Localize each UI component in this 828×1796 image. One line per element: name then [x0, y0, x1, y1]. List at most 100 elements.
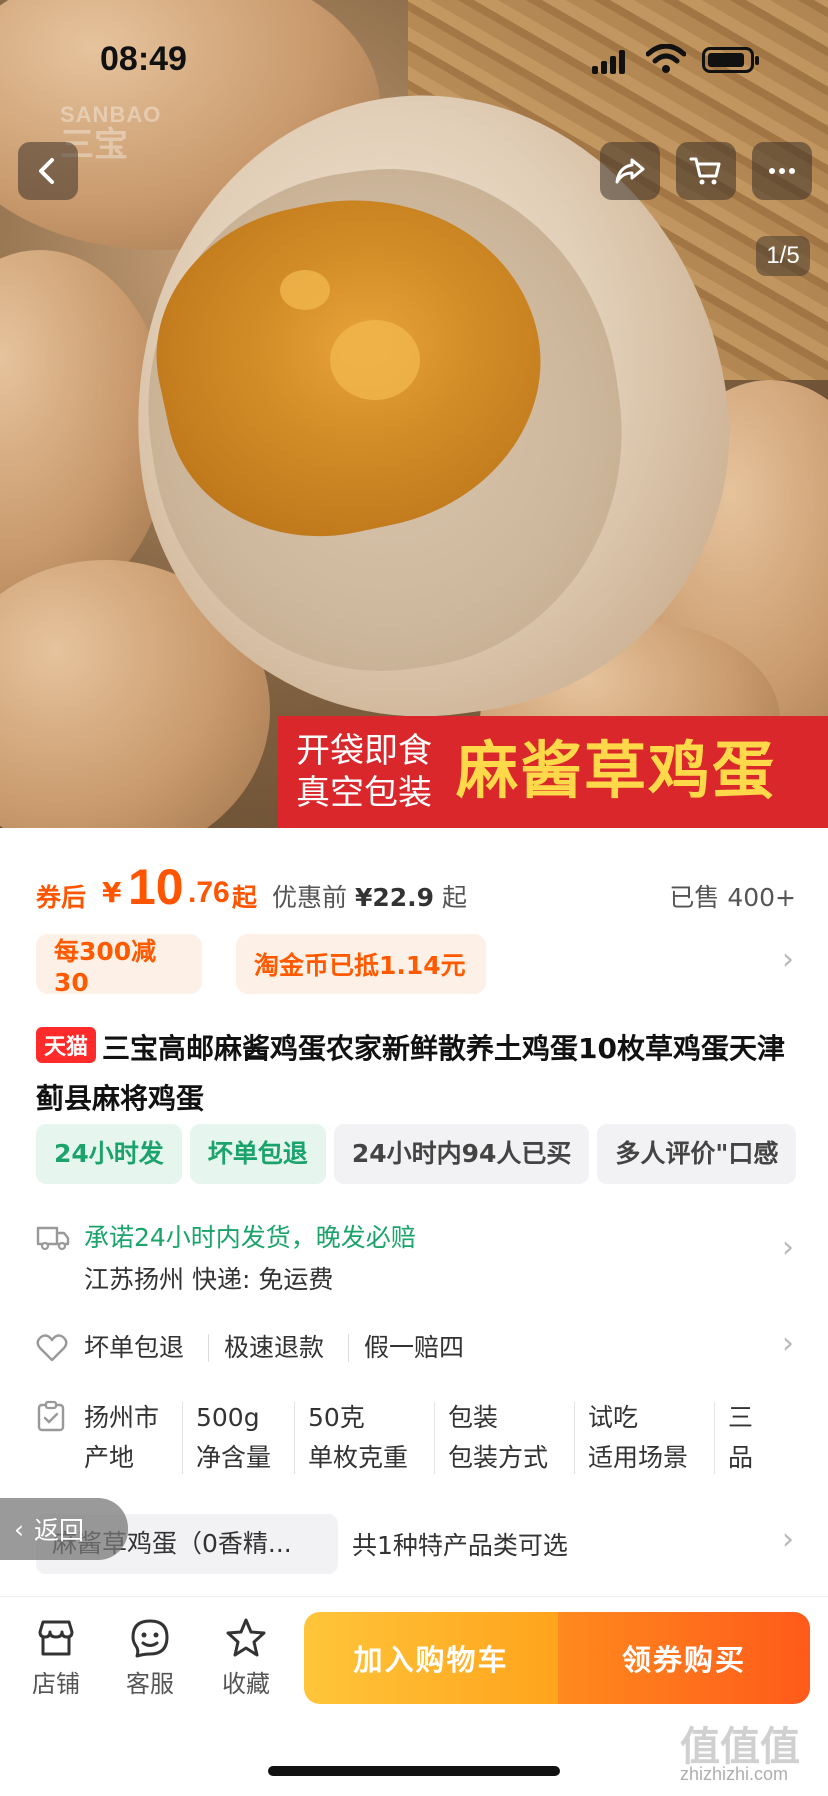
yolk-crumb — [280, 270, 330, 310]
spec-value: 三 — [728, 1403, 754, 1432]
service-tag: 24小时内94人已买 — [333, 1124, 590, 1184]
customer-service-button[interactable]: 客服 — [114, 1616, 186, 1699]
star-icon — [226, 1618, 266, 1657]
variant-row[interactable]: 麻酱草鸡蛋（0香精... 共1种特产品类可选 › — [36, 1514, 796, 1576]
service-tags: 24小时发 坏单包退 24小时内94人已买 多人评价"口感 — [36, 1124, 828, 1186]
buy-now-button[interactable]: 领券购买 — [558, 1612, 810, 1704]
spec-value: 扬州市 — [84, 1403, 160, 1432]
banner-line2: 真空包装 — [296, 773, 432, 813]
divider — [208, 1334, 209, 1362]
shipping-row[interactable]: 承诺24小时内发货，晚发必赔 江苏扬州 快递: 免运费 › — [36, 1218, 796, 1308]
price-currency: ¥ — [102, 876, 122, 909]
status-time: 08:49 — [100, 40, 187, 78]
spec-item: 500g 净含量 — [196, 1398, 271, 1478]
original-price-suffix: 起 — [442, 883, 468, 912]
spec-item: 试吃 适用场景 — [588, 1398, 688, 1478]
spec-value: 50克 — [308, 1403, 365, 1432]
shipping-info: 江苏扬州 快递: 免运费 — [84, 1265, 334, 1294]
spec-value: 试吃 — [588, 1403, 639, 1432]
favorite-label: 收藏 — [222, 1670, 270, 1698]
service-tag: 多人评价"口感 — [597, 1124, 797, 1184]
divider — [0, 1596, 828, 1597]
service-tag: 24小时发 — [36, 1124, 182, 1184]
divider — [714, 1402, 715, 1474]
divider — [574, 1402, 575, 1474]
back-icon — [39, 158, 54, 184]
promo-banner: 开袋即食 真空包装 麻酱草鸡蛋 — [278, 716, 828, 828]
spec-row[interactable]: 扬州市 产地 500g 净含量 50克 单枚克重 包装 包装方式 试吃 适用场景… — [36, 1398, 828, 1478]
spec-item: 扬州市 产地 — [84, 1398, 159, 1478]
signal-icon — [592, 50, 628, 74]
original-price: 优惠前 ¥22.9 起 — [272, 878, 467, 914]
price-row: 券后 ¥ 10 .76 起 优惠前 ¥22.9 起 已售 400+ — [36, 859, 796, 920]
price-integer: 10 — [128, 859, 184, 915]
sold-count: 已售 400+ — [669, 883, 796, 912]
product-title-text: 三宝高邮麻酱鸡蛋农家新鲜散养土鸡蛋10枚草鸡蛋天津蓟县麻将鸡蛋 — [36, 1032, 785, 1115]
tmall-badge: 天猫 — [36, 1027, 97, 1063]
cart-button[interactable] — [676, 142, 736, 200]
divider — [182, 1402, 183, 1474]
floating-back-label: 返回 — [34, 1516, 85, 1545]
customer-service-label: 客服 — [126, 1670, 174, 1698]
service-tag: 坏单包退 — [189, 1124, 326, 1184]
guarantee-item: 坏单包退 — [84, 1333, 185, 1362]
divider — [434, 1402, 435, 1474]
variant-note: 共1种特产品类可选 — [352, 1531, 568, 1560]
delivery-truck-icon — [36, 1226, 70, 1251]
more-icon — [769, 168, 795, 174]
price-suffix: 起 — [232, 883, 258, 912]
spec-value: 500g — [196, 1403, 260, 1432]
price-decimal: .76 — [188, 876, 230, 909]
spec-key: 单枚克重 — [308, 1443, 409, 1472]
chevron-right-icon: › — [782, 1230, 794, 1265]
brand-logo-cn: 三宝 — [60, 126, 128, 164]
more-button[interactable] — [752, 142, 812, 200]
banner-line1: 开袋即食 — [296, 731, 432, 771]
spec-key: 包装方式 — [448, 1443, 549, 1472]
original-price-value: ¥22.9 — [354, 883, 435, 912]
divider — [294, 1402, 295, 1474]
spec-key: 净含量 — [196, 1443, 272, 1472]
share-icon — [615, 158, 645, 184]
spec-key: 适用场景 — [588, 1443, 689, 1472]
chevron-right-icon: › — [782, 1326, 794, 1361]
divider — [348, 1334, 349, 1362]
price-label: 券后 — [36, 883, 87, 912]
back-button[interactable] — [18, 142, 78, 200]
share-button[interactable] — [600, 142, 660, 200]
home-indicator — [268, 1766, 560, 1776]
status-bar: 08:49 — [0, 0, 828, 110]
heart-shield-icon — [36, 1334, 68, 1362]
product-image-carousel[interactable]: SANBAO 三宝 开袋即食 真空包装 麻酱草鸡蛋 — [0, 0, 828, 828]
shipping-promise: 承诺24小时内发货，晚发必赔 — [84, 1223, 416, 1252]
chevron-right-icon: › — [782, 942, 794, 977]
product-title: 天猫 三宝高邮麻酱鸡蛋农家新鲜散养土鸡蛋10枚草鸡蛋天津蓟县麻将鸡蛋 — [36, 1024, 796, 1124]
spec-item: 50克 单枚克重 — [308, 1398, 408, 1478]
clipboard-icon — [37, 1400, 65, 1432]
store-label: 店铺 — [32, 1670, 80, 1698]
guarantee-item: 极速退款 — [224, 1333, 325, 1362]
guarantee-item: 假一赔四 — [364, 1333, 465, 1362]
battery-icon — [702, 47, 759, 73]
yolk-crumb — [330, 320, 420, 400]
wifi-icon — [646, 44, 686, 73]
chevron-right-icon: › — [782, 1522, 794, 1557]
promo-chip[interactable]: 淘金币已抵1.14元 — [236, 934, 486, 994]
guarantee-row[interactable]: 坏单包退 极速退款 假一赔四 › — [36, 1326, 796, 1372]
chevron-left-icon: ‹ — [14, 1514, 24, 1544]
store-button[interactable]: 店铺 — [20, 1616, 92, 1699]
spec-item: 三 品 — [728, 1398, 753, 1478]
promo-chip[interactable]: 每300减30 — [36, 934, 202, 997]
banner-title: 麻酱草鸡蛋 — [456, 734, 777, 807]
cart-icon — [689, 157, 721, 185]
add-to-cart-button[interactable]: 加入购物车 — [304, 1612, 558, 1704]
favorite-button[interactable]: 收藏 — [210, 1616, 282, 1699]
spec-key: 产地 — [84, 1443, 135, 1472]
chat-smile-icon — [131, 1619, 169, 1658]
promo-row[interactable]: 每300减30 淘金币已抵1.14元 › — [36, 934, 796, 997]
spec-item: 包装 包装方式 — [448, 1398, 548, 1478]
floating-back-button[interactable]: ‹ 返回 — [0, 1498, 128, 1560]
site-watermark-url: zhizhizhi.com — [680, 1764, 789, 1784]
store-icon — [38, 1620, 74, 1656]
original-price-label: 优惠前 — [272, 883, 348, 912]
